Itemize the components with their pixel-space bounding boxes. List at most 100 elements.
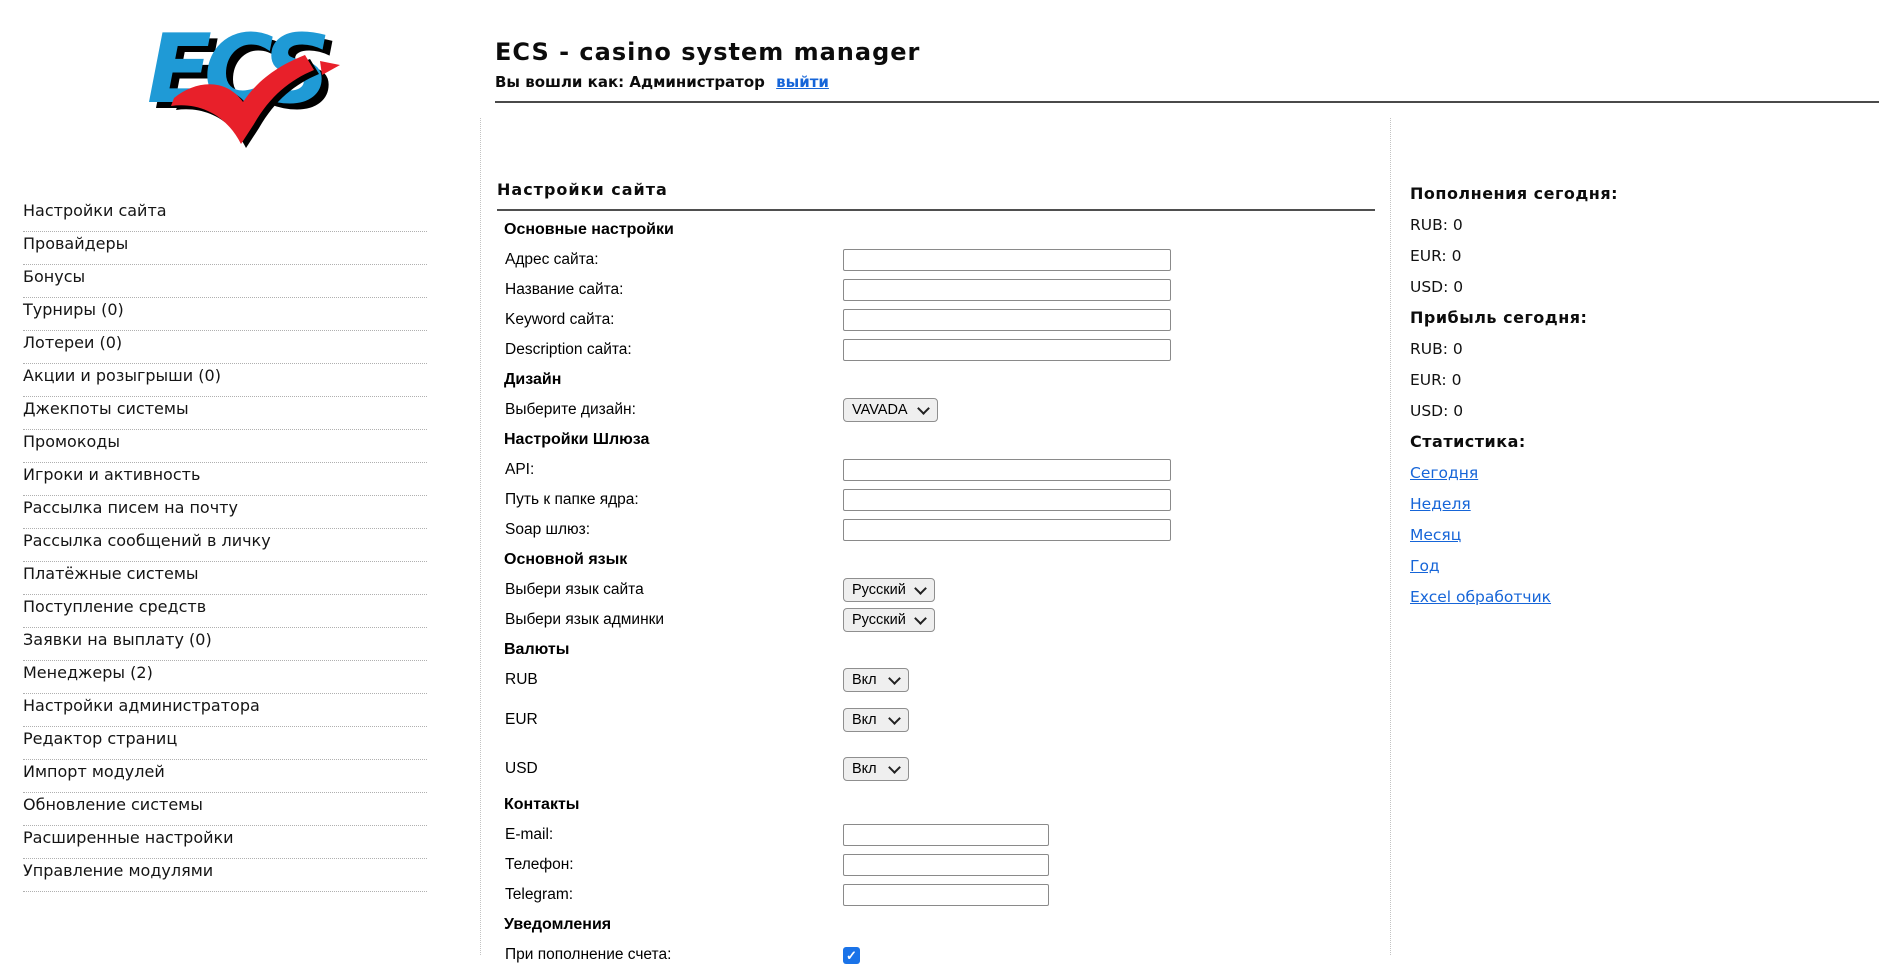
site-language-select[interactable]: Русский (843, 578, 935, 602)
design-choice-select[interactable]: VAVADA (843, 398, 938, 422)
stats-link-0[interactable]: Сегодня (1410, 464, 1478, 482)
form-row-contacts: Контакты (497, 790, 1375, 820)
chevron-down-icon (917, 401, 930, 415)
right-column-separator (1390, 118, 1391, 955)
stats-link-3[interactable]: Год (1410, 557, 1440, 575)
stats-link-1[interactable]: Неделя (1410, 495, 1471, 513)
sidebar-item-17[interactable]: Импорт модулей (23, 760, 427, 793)
api-input[interactable] (843, 459, 1171, 481)
sidebar-item-3[interactable]: Турниры (0) (23, 298, 427, 331)
chevron-down-icon (888, 711, 901, 725)
phone-input[interactable] (843, 854, 1049, 876)
site-address-input[interactable] (843, 249, 1171, 271)
sidebar-item-2[interactable]: Бонусы (23, 265, 427, 298)
sidebar-item-11[interactable]: Платёжные системы (23, 562, 427, 595)
sidebar-item-14[interactable]: Менеджеры (2) (23, 661, 427, 694)
left-column-separator (480, 118, 481, 955)
chevron-down-icon (888, 760, 901, 774)
sidebar-item-16[interactable]: Редактор страниц (23, 727, 427, 760)
sidebar-item-15[interactable]: Настройки администратора (23, 694, 427, 727)
form-row-design: Дизайн (497, 365, 1375, 395)
form-row-rub: RUB Вкл (497, 665, 1375, 695)
form-row-admin-language: Выбери язык админки Русский (497, 605, 1375, 635)
core-path-input[interactable] (843, 489, 1171, 511)
sidebar-item-8[interactable]: Игроки и активность (23, 463, 427, 496)
form-row-email: E-mail: (497, 820, 1375, 850)
section-header-basic-settings: Основные настройки (504, 221, 674, 238)
content-title-divider (497, 209, 1375, 211)
sidebar-item-7[interactable]: Промокоды (23, 430, 427, 463)
selected-option: Вкл (852, 761, 877, 777)
sidebar-item-19[interactable]: Расширенные настройки (23, 826, 427, 859)
sidebar-item-4[interactable]: Лотереи (0) (23, 331, 427, 364)
site-name-input[interactable] (843, 279, 1171, 301)
stat-value: USD: 0 (1410, 401, 1464, 420)
selected-option: Русский (852, 612, 906, 628)
site-description-input[interactable] (843, 339, 1171, 361)
sidebar-item-20[interactable]: Управление модулями (23, 859, 427, 892)
sidebar-item-6[interactable]: Джекпоты системы (23, 397, 427, 430)
ecs-logo: ECS ECS (140, 14, 342, 152)
design-choice-label: Выберите дизайн: (505, 401, 636, 418)
section-header-currencies: Валюты (504, 641, 570, 658)
telegram-label: Telegram: (505, 886, 574, 903)
sidebar-item-9[interactable]: Рассылка писем на почту (23, 496, 427, 529)
stats-link-2[interactable]: Месяц (1410, 526, 1461, 544)
form-row-site-keyword: Keyword сайта: (497, 305, 1375, 335)
usd-select[interactable]: Вкл (843, 757, 909, 781)
site-keyword-input[interactable] (843, 309, 1171, 331)
check-icon: ✓ (846, 947, 857, 963)
stats-heading-2: Статистика: (1410, 432, 1526, 451)
rub-select[interactable]: Вкл (843, 668, 909, 692)
deposit-notify-checkbox[interactable]: ✓ (843, 946, 860, 964)
form-row-core-path: Путь к папке ядра: (497, 485, 1375, 515)
stats-link-4[interactable]: Excel обработчик (1410, 588, 1551, 606)
sidebar-item-5[interactable]: Акции и розыгрыши (0) (23, 364, 427, 397)
stats-heading-0: Пополнения сегодня: (1410, 184, 1618, 203)
soap-gateway-label: Soap шлюз: (505, 521, 591, 538)
login-status-line: Вы вошли как: Администратор выйти (495, 73, 1885, 91)
admin-language-select[interactable]: Русский (843, 608, 935, 632)
admin-language-label: Выбери язык админки (505, 611, 665, 628)
site-address-label: Адрес сайта: (505, 251, 599, 268)
telegram-input[interactable] (843, 884, 1049, 906)
sidebar-item-13[interactable]: Заявки на выплату (0) (23, 628, 427, 661)
soap-gateway-input[interactable] (843, 519, 1171, 541)
sidebar-item-10[interactable]: Рассылка сообщений в личку (23, 529, 427, 562)
form-row-site-name: Название сайта: (497, 275, 1375, 305)
section-header-gateway-settings: Настройки Шлюза (504, 431, 650, 448)
stat-value: EUR: 0 (1410, 370, 1462, 389)
section-header-notifications: Уведомления (504, 916, 612, 933)
eur-select[interactable]: Вкл (843, 708, 909, 732)
form-row-site-address: Адрес сайта: (497, 245, 1375, 275)
stats-link-row: Месяц (1410, 519, 1730, 550)
logout-link[interactable]: выйти (776, 73, 829, 91)
form-row-eur: EUR Вкл (497, 705, 1375, 735)
form-row-currencies: Валюты (497, 635, 1375, 665)
usd-label: USD (505, 760, 538, 777)
form-row-telegram: Telegram: (497, 880, 1375, 910)
stats-link-row: Год (1410, 550, 1730, 581)
section-header-design: Дизайн (504, 371, 562, 388)
stats-link-row: Excel обработчик (1410, 581, 1730, 612)
email-input[interactable] (843, 824, 1049, 846)
email-label: E-mail: (505, 826, 554, 843)
section-header-main-language: Основной язык (504, 551, 628, 568)
stats-link-row: Сегодня (1410, 457, 1730, 488)
site-name-label: Название сайта: (505, 281, 624, 298)
stat-value: USD: 0 (1410, 277, 1464, 296)
site-keyword-label: Keyword сайта: (505, 311, 615, 328)
form-row-site-description: Description сайта: (497, 335, 1375, 365)
selected-option: Вкл (852, 712, 877, 728)
rub-label: RUB (505, 671, 538, 688)
sidebar-item-1[interactable]: Провайдеры (23, 232, 427, 265)
page-title: ECS - casino system manager (495, 38, 921, 66)
section-header-contacts: Контакты (504, 796, 580, 813)
content-title: Настройки сайта (497, 180, 668, 199)
header: ECS - casino system manager Вы вошли как… (495, 38, 1885, 103)
sidebar-item-12[interactable]: Поступление средств (23, 595, 427, 628)
stat-value: EUR: 0 (1410, 246, 1462, 265)
sidebar-item-18[interactable]: Обновление системы (23, 793, 427, 826)
stats-link-row: Неделя (1410, 488, 1730, 519)
sidebar-item-0[interactable]: Настройки сайта (23, 199, 427, 232)
